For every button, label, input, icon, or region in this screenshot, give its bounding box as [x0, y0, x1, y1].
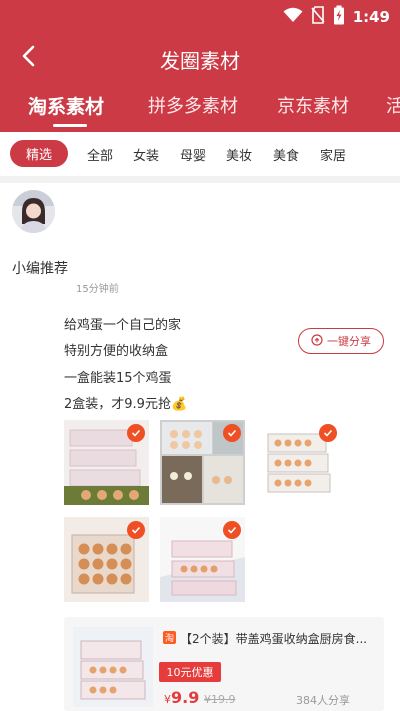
currency-symbol: ¥	[164, 693, 171, 706]
post-image[interactable]	[256, 420, 341, 505]
tab-jingdong[interactable]: 京东素材	[277, 92, 349, 118]
post-image[interactable]	[160, 517, 245, 602]
category-food[interactable]: 美食	[273, 145, 299, 164]
section-divider	[0, 176, 400, 183]
product-card[interactable]: 淘 【2个装】带盖鸡蛋收纳盒厨房食... 10元优惠 ¥9.9 ¥19.9 38…	[64, 617, 384, 711]
coupon-badge: 10元优惠	[159, 662, 221, 682]
category-beauty[interactable]: 美妆	[226, 145, 252, 164]
avatar[interactable]	[12, 190, 55, 233]
original-price: ¥19.9	[204, 693, 236, 706]
check-icon[interactable]	[319, 424, 337, 442]
share-button-label: 一键分享	[327, 335, 371, 348]
category-home[interactable]: 家居	[320, 145, 346, 164]
check-icon[interactable]	[127, 424, 145, 442]
category-selected[interactable]: 精选	[10, 140, 68, 167]
post-time: 15分钟前	[76, 284, 119, 295]
tab-activity[interactable]: 活	[386, 92, 400, 118]
app-header: 发圈素材	[0, 31, 400, 84]
status-bar: 1:49	[0, 0, 400, 31]
category-bar: 精选 全部 女装 母婴 美妆 美食 家居	[0, 132, 400, 176]
status-icons: 1:49	[283, 5, 390, 29]
post-image[interactable]	[160, 420, 245, 505]
post-text-line: 一盒能装15个鸡蛋	[64, 371, 172, 386]
status-time: 1:49	[352, 8, 390, 26]
post-image[interactable]	[64, 420, 149, 505]
category-baby[interactable]: 母婴	[180, 145, 206, 164]
battery-icon	[333, 5, 345, 29]
category-women[interactable]: 女装	[133, 145, 159, 164]
check-icon[interactable]	[127, 521, 145, 539]
tab-pinduoduo[interactable]: 拼多多素材	[148, 92, 238, 118]
author-name: 小编推荐	[12, 261, 68, 277]
tab-taobao[interactable]: 淘系素材	[28, 92, 104, 119]
price-value: 9.9	[171, 688, 200, 707]
post-image[interactable]	[64, 517, 149, 602]
category-all[interactable]: 全部	[87, 145, 113, 164]
post-text-line: 2盒装，才9.9元抢💰	[64, 397, 188, 412]
product-price: ¥9.9	[164, 688, 199, 707]
share-button[interactable]: 一键分享	[298, 328, 384, 354]
no-sim-icon	[311, 6, 325, 28]
wifi-icon	[283, 7, 303, 27]
check-icon[interactable]	[223, 424, 241, 442]
share-icon	[311, 333, 323, 349]
tab-indicator	[53, 124, 87, 127]
page-title: 发圈素材	[160, 49, 240, 73]
tab-bar: 淘系素材 拼多多素材 京东素材 活	[0, 84, 400, 132]
platform-badge: 淘	[163, 631, 176, 644]
post-text-line: 特别方便的收纳盒	[64, 344, 169, 359]
product-image	[73, 627, 153, 707]
check-icon[interactable]	[223, 521, 241, 539]
share-count: 384人分享	[296, 694, 350, 707]
product-title: 【2个装】带盖鸡蛋收纳盒厨房食...	[180, 632, 368, 646]
post-text-line: 给鸡蛋一个自己的家	[64, 318, 182, 333]
